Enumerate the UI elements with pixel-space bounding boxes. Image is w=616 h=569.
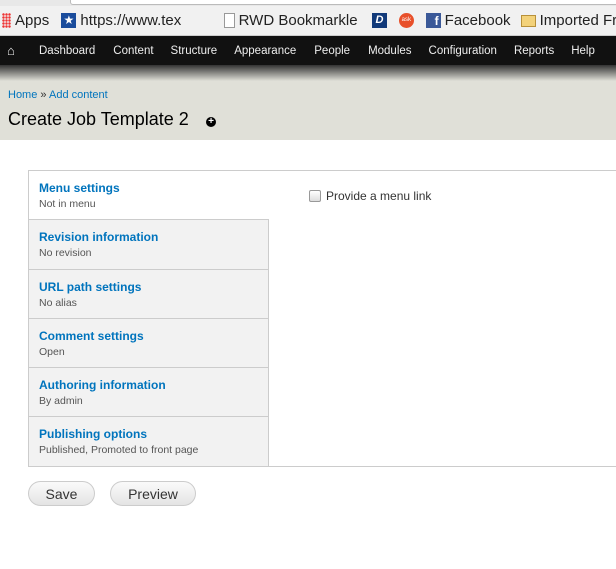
tab-summary: No revision — [39, 247, 92, 260]
bookmark-d[interactable]: D — [372, 13, 387, 28]
bookmark-label: Imported Fr — [539, 12, 616, 29]
preview-button[interactable]: Preview — [110, 481, 196, 506]
tab-summary: Published, Promoted to front page — [39, 444, 199, 457]
save-button[interactable]: Save — [28, 481, 95, 506]
home-icon[interactable]: ⌂ — [7, 43, 19, 58]
tab-publishing-options[interactable]: Publishing options Published, Promoted to… — [29, 417, 268, 466]
bookmark-label: Apps — [15, 12, 50, 29]
nav-reports[interactable]: Reports — [514, 45, 554, 57]
breadcrumb: Home » Add content — [8, 89, 108, 101]
bookmark-label: Facebook — [444, 12, 511, 29]
tab-title: Menu settings — [39, 181, 120, 195]
bookmark-texas[interactable]: ★ https://www.tex — [61, 12, 211, 29]
tab-title: Authoring information — [39, 378, 166, 393]
bookmarks-bar: Apps ★ https://www.tex RWD Bookmarkle D a… — [0, 6, 616, 36]
tab-summary: Not in menu — [39, 198, 96, 210]
tab-menu-settings[interactable]: Menu settings Not in menu — [29, 171, 269, 221]
page-icon — [223, 13, 235, 28]
address-bar[interactable] — [70, 0, 616, 5]
provide-menu-link-checkbox[interactable] — [309, 190, 321, 202]
tab-revision-information[interactable]: Revision information No revision — [29, 220, 268, 270]
tab-title: Comment settings — [39, 328, 144, 343]
tab-title: Revision information — [39, 230, 159, 245]
admin-toolbar: ⌂ Dashboard Content Structure Appearance… — [0, 36, 616, 65]
nav-dashboard[interactable]: Dashboard — [39, 45, 95, 57]
nav-help[interactable]: Help — [571, 45, 595, 57]
tab-summary: No alias — [39, 296, 77, 309]
tab-url-path-settings[interactable]: URL path settings No alias — [29, 270, 268, 319]
nav-modules[interactable]: Modules — [368, 45, 411, 57]
breadcrumb-separator: » — [40, 89, 47, 101]
d-logo-icon: D — [372, 13, 387, 28]
bookmark-apps[interactable]: Apps — [2, 12, 53, 29]
tab-title: URL path settings — [39, 279, 142, 294]
nav-appearance[interactable]: Appearance — [234, 45, 296, 57]
bookmark-facebook[interactable]: f Facebook — [425, 12, 515, 29]
tab-title: Publishing options — [39, 427, 147, 442]
page-title: Create Job Template 2 — [8, 109, 189, 129]
nav-people[interactable]: People — [314, 45, 350, 57]
tab-comment-settings[interactable]: Comment settings Open — [29, 319, 268, 369]
bookmark-imported[interactable]: Imported Fr — [520, 12, 616, 29]
vertical-tabs: Menu settings Not in menu Revision inform… — [28, 170, 616, 467]
page-header: Home » Add content Create Job Template 2… — [0, 81, 616, 140]
tab-authoring-information[interactable]: Authoring information By admin — [29, 368, 268, 418]
ask-icon: ask — [398, 13, 414, 28]
facebook-icon: f — [425, 13, 441, 28]
nav-configuration[interactable]: Configuration — [429, 45, 497, 57]
nav-structure[interactable]: Structure — [171, 45, 218, 57]
breadcrumb-add-content[interactable]: Add content — [49, 89, 108, 101]
nav-content[interactable]: Content — [113, 45, 153, 57]
bookmark-label: RWD Bookmarkle — [238, 12, 358, 29]
bookmark-rwd[interactable]: RWD Bookmarkle — [223, 12, 362, 29]
toolbar-shadow — [0, 65, 616, 81]
folder-icon — [520, 14, 536, 27]
tab-summary: By admin — [39, 395, 83, 408]
tab-summary: Open — [39, 345, 65, 358]
menu-settings-pane: Provide a menu link — [309, 189, 431, 203]
add-shortcut-icon[interactable]: + — [206, 117, 216, 127]
provide-menu-link-label[interactable]: Provide a menu link — [326, 189, 431, 203]
breadcrumb-home[interactable]: Home — [8, 89, 37, 101]
vertical-tabs-list: Menu settings Not in menu Revision inform… — [29, 171, 269, 466]
bookmark-ask[interactable]: ask — [398, 13, 414, 28]
bookmark-label: https://www.tex — [80, 12, 182, 29]
star-icon: ★ — [61, 13, 77, 28]
apps-grid-icon — [2, 13, 11, 28]
